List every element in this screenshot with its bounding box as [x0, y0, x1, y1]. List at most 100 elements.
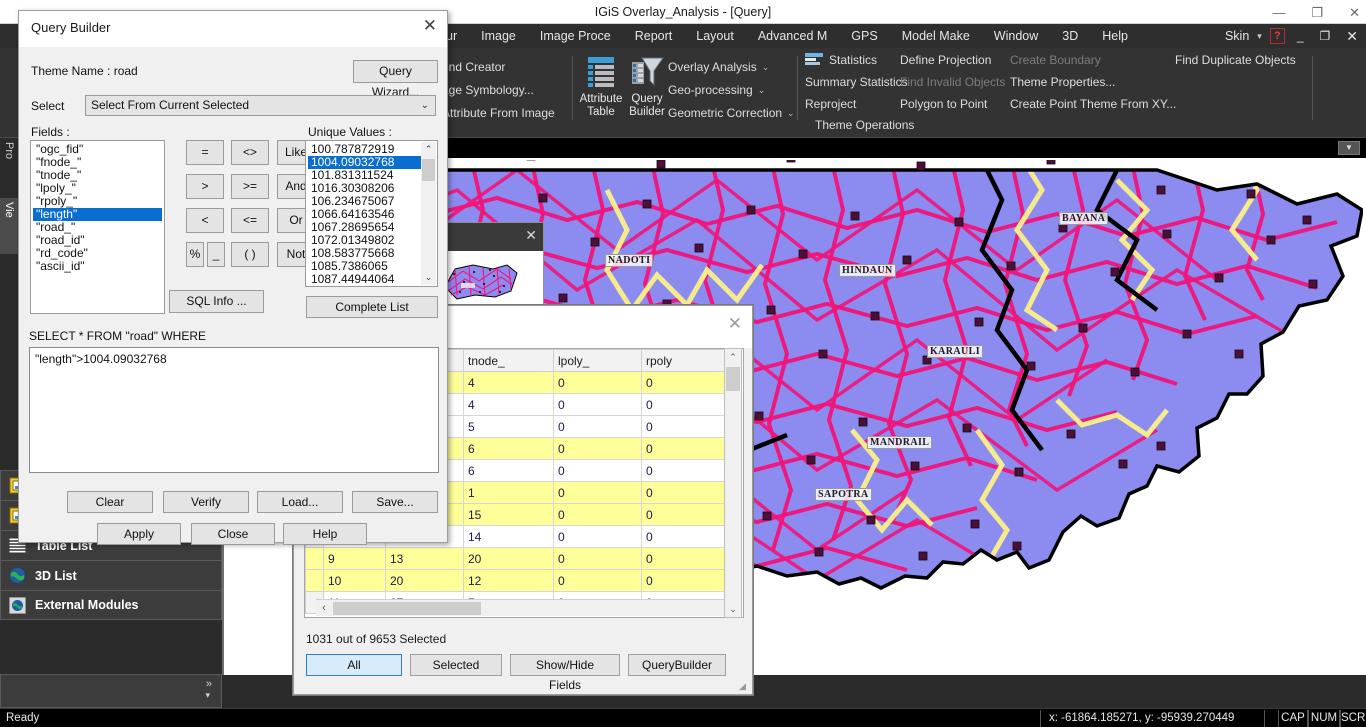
operator-notequal-button[interactable]: <>: [231, 140, 269, 165]
chevron-down-icon[interactable]: ⌄: [758, 85, 766, 96]
query-builder-button[interactable]: Query Builder: [620, 54, 674, 119]
operator-underscore-button[interactable]: _: [207, 242, 225, 267]
sql-expression-input[interactable]: "length">1004.09032768: [29, 347, 439, 473]
query-builder-body: Theme Name : road Query Wizard... Select…: [19, 47, 447, 545]
scroll-up-icon[interactable]: ⌃: [725, 349, 741, 365]
show-hide-fields-button[interactable]: Show/Hide Fields: [510, 654, 620, 692]
close-icon[interactable]: ✕: [525, 227, 537, 244]
unique-values-listbox[interactable]: 100.787872919 1004.09032768 101.83131152…: [305, 140, 438, 287]
sql-info-button[interactable]: SQL Info ...: [169, 290, 264, 313]
mdi-minimize-icon[interactable]: _: [1293, 29, 1308, 43]
scroll-down-icon[interactable]: ⌄: [421, 270, 436, 285]
select-dropdown[interactable]: Select From Current Selected ⌄: [85, 95, 436, 116]
cell-c1: 10: [323, 569, 386, 592]
left-tab-view[interactable]: Vie: [0, 198, 18, 254]
close-button[interactable]: Close: [191, 523, 275, 545]
chevron-down-icon[interactable]: ▾: [205, 690, 210, 701]
fields-listbox[interactable]: "ogc_fid" "fnode_" "tnode_" "lpoly_" "rp…: [30, 140, 165, 314]
menu-item-3d[interactable]: 3D: [1050, 29, 1090, 43]
left-tab-project[interactable]: Pro: [0, 138, 18, 198]
expand-chevrons-icon[interactable]: »: [206, 678, 212, 690]
status-coordinates: x: -61864.185271, y: -95939.270449: [1040, 710, 1265, 727]
menu-item-model-make[interactable]: Model Make: [890, 29, 982, 43]
help-button[interactable]: Help: [283, 523, 367, 545]
close-icon[interactable]: ✕: [423, 17, 437, 34]
sidebar-item-external-modules[interactable]: External Modules: [0, 590, 222, 620]
scroll-up-icon[interactable]: ⌃: [421, 142, 436, 157]
ribbon-geo-processing[interactable]: Geo-processing: [668, 83, 753, 97]
clear-button[interactable]: Clear: [67, 491, 153, 513]
mdi-restore-icon[interactable]: ❐: [1316, 29, 1335, 43]
menu-item-help[interactable]: Help: [1090, 29, 1140, 43]
operator-greater-button[interactable]: >: [186, 174, 224, 199]
verify-button[interactable]: Verify: [163, 491, 249, 513]
querybuilder-button[interactable]: QueryBuilder: [628, 654, 726, 676]
mdi-close-icon[interactable]: ✕: [1342, 28, 1362, 45]
operator-greater-equal-button[interactable]: >=: [231, 174, 269, 199]
minimize-icon[interactable]: —: [1272, 6, 1285, 19]
ribbon-define-projection[interactable]: Define Projection: [900, 53, 991, 67]
column-header-tnode[interactable]: tnode_: [463, 349, 554, 372]
ribbon-image-symbology[interactable]: age Symbology...: [442, 83, 534, 97]
ribbon-reproject[interactable]: Reproject: [805, 97, 856, 111]
apply-button[interactable]: Apply: [97, 523, 181, 545]
menu-item-advanced-m[interactable]: Advanced M: [746, 29, 839, 43]
complete-list-button[interactable]: Complete List: [306, 296, 438, 318]
left-panel-expander[interactable]: » ▾: [0, 674, 222, 708]
help-icon[interactable]: ?: [1269, 28, 1285, 44]
query-wizard-button[interactable]: Query Wizard...: [353, 60, 438, 99]
table-vertical-scrollbar[interactable]: ⌃ ⌄: [724, 348, 742, 618]
resize-grip-icon[interactable]: ◢: [739, 681, 749, 691]
table-horizontal-scrollbar[interactable]: ‹ ›: [316, 599, 736, 616]
menu-item-layout[interactable]: Layout: [684, 29, 746, 43]
all-button[interactable]: All: [306, 654, 402, 676]
menu-item-image-proce[interactable]: Image Proce: [528, 29, 623, 43]
cell-c1: 9: [323, 547, 386, 570]
column-header-lpoly[interactable]: lpoly_: [553, 349, 642, 372]
menu-item-report[interactable]: Report: [623, 29, 685, 43]
operator-equals-button[interactable]: =: [186, 140, 224, 165]
chevron-down-icon[interactable]: ⌄: [421, 96, 429, 115]
vscroll-thumb[interactable]: [726, 367, 740, 391]
restore-icon[interactable]: ❐: [1311, 6, 1323, 19]
ribbon-theme-properties[interactable]: Theme Properties...: [1010, 75, 1115, 89]
ribbon-geometric-correction[interactable]: Geometric Correction: [668, 106, 782, 120]
ribbon-attribute-from-image[interactable]: Attribute From Image: [442, 106, 555, 120]
menu-item-gps[interactable]: GPS: [839, 29, 889, 43]
chevron-down-icon[interactable]: ⌄: [787, 108, 795, 119]
ribbon-statistics[interactable]: Statistics: [829, 53, 877, 67]
chevron-down-icon[interactable]: ▾: [1257, 31, 1262, 42]
column-header-rpoly[interactable]: rpoly: [641, 349, 730, 372]
ribbon-find-duplicate-objects[interactable]: Find Duplicate Objects: [1175, 53, 1296, 67]
hscroll-thumb[interactable]: [333, 602, 481, 615]
uvscroll-thumb[interactable]: [422, 159, 435, 181]
menu-item-window[interactable]: Window: [982, 29, 1050, 43]
unique-values-scrollbar[interactable]: ⌃ ⌄: [421, 142, 436, 285]
chevron-down-icon[interactable]: ⌄: [762, 62, 770, 73]
unique-value-item[interactable]: 1087.44944064: [308, 273, 435, 286]
operator-parentheses-button[interactable]: ( ): [231, 242, 269, 267]
ribbon-polygon-to-point[interactable]: Polygon to Point: [900, 97, 987, 111]
operator-less-equal-button[interactable]: <=: [231, 208, 269, 233]
load-button[interactable]: Load...: [257, 491, 343, 513]
ribbon-summary-statistics[interactable]: Summary Statistics: [805, 75, 908, 89]
ribbon-create-point-theme-from-xy[interactable]: Create Point Theme From XY...: [1010, 97, 1176, 111]
skin-selector[interactable]: Skin: [1225, 29, 1249, 43]
table-row[interactable]: 9 13 20 0 0: [305, 547, 730, 570]
query-builder-label-2: Builder: [629, 106, 665, 118]
operator-percent-button[interactable]: %: [186, 242, 204, 267]
field-item[interactable]: "ascii_id": [33, 260, 162, 273]
ribbon-legend-creator[interactable]: end Creator: [442, 60, 505, 74]
selected-button[interactable]: Selected: [410, 654, 502, 676]
sidebar-item-3d-list[interactable]: 3D List: [0, 560, 222, 590]
save-button[interactable]: Save...: [352, 491, 438, 513]
map-dropdown-button[interactable]: ▼: [1338, 141, 1360, 155]
scroll-left-icon[interactable]: ‹: [316, 600, 332, 616]
close-icon[interactable]: ✕: [728, 314, 742, 334]
scroll-down-icon[interactable]: ⌄: [725, 601, 741, 617]
operator-less-button[interactable]: <: [186, 208, 224, 233]
close-icon[interactable]: ✕: [1349, 6, 1360, 19]
ribbon-overlay-analysis[interactable]: Overlay Analysis: [668, 60, 757, 74]
table-row[interactable]: 10 20 12 0 0: [305, 569, 730, 592]
menu-item-image[interactable]: Image: [469, 29, 528, 43]
